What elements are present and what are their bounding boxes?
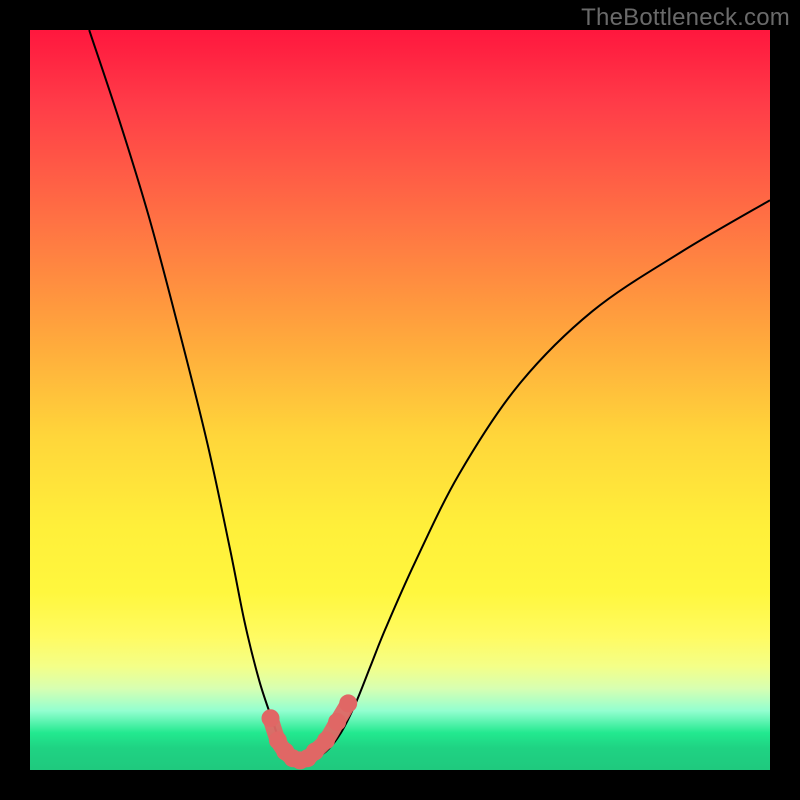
chart-svg xyxy=(30,30,770,770)
trough-highlight-dot xyxy=(262,709,280,727)
trough-highlight-dot xyxy=(317,731,335,749)
trough-highlight xyxy=(262,694,358,769)
trough-highlight-dot xyxy=(328,713,346,731)
trough-highlight-dot xyxy=(339,694,357,712)
plot-area xyxy=(30,30,770,770)
curve-path xyxy=(89,30,770,763)
bottleneck-curve xyxy=(89,30,770,763)
watermark-text: TheBottleneck.com xyxy=(581,4,790,32)
chart-frame: TheBottleneck.com xyxy=(0,0,800,800)
